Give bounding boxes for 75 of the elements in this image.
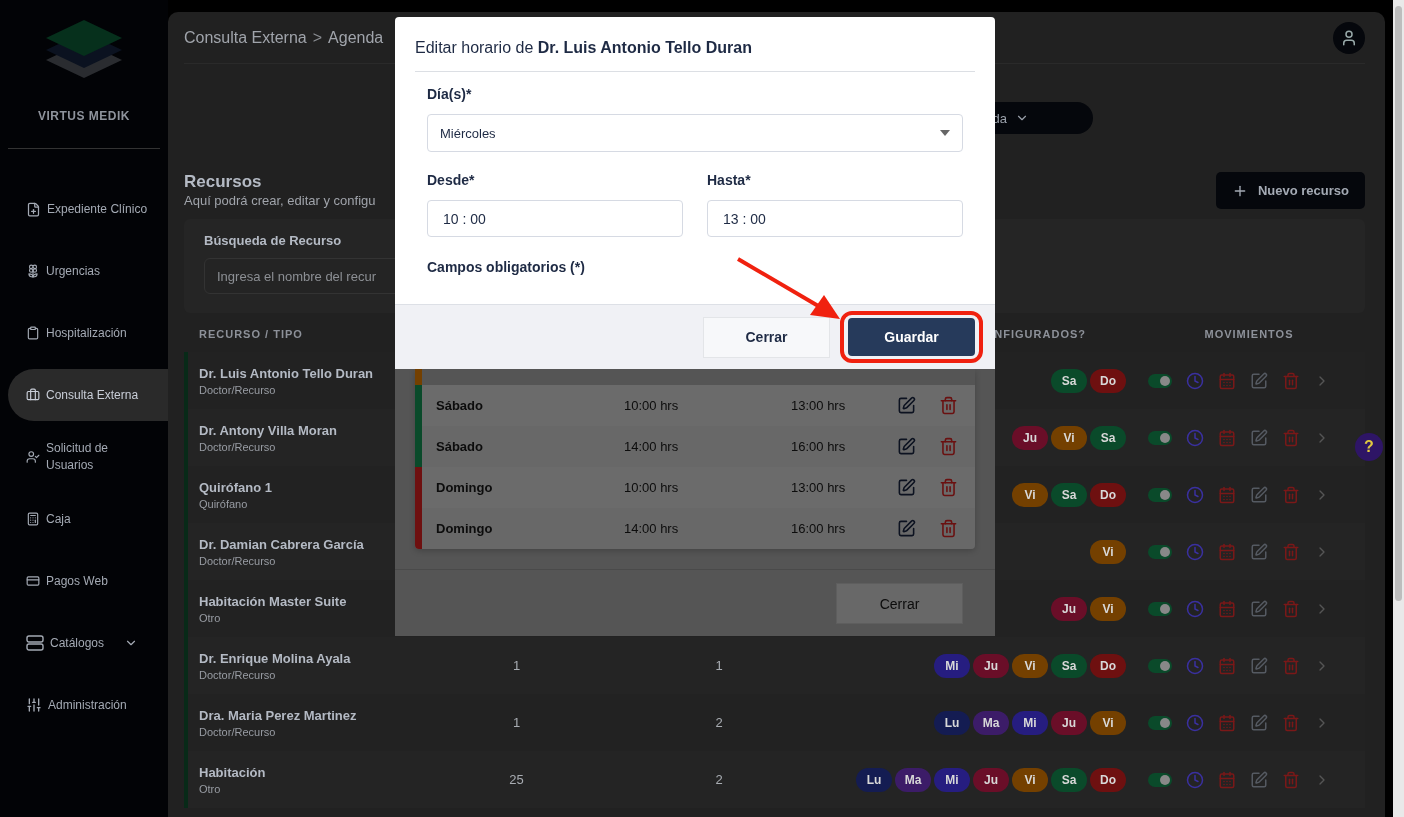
day-tag: Ma <box>973 710 1009 735</box>
resource-type: Otro <box>199 611 221 624</box>
day-tag: Ju <box>1012 425 1048 450</box>
dialog-title: Editar horario de Dr. Luis Antonio Tello Duran <box>415 17 975 72</box>
day-tag: Vi <box>1090 710 1126 735</box>
resource-name: Dr. Enrique Molina Ayala <box>199 650 351 666</box>
day-tag: Ma <box>895 767 931 792</box>
resource-name: Habitación Master Suite <box>199 593 347 609</box>
day-tag: Do <box>1090 368 1126 393</box>
brand-name: VIRTUS MEDIK <box>38 109 130 123</box>
schedule-end: 16:00 hrs <box>791 521 847 536</box>
day-tag: Mi <box>934 653 970 678</box>
day-tag: Sa <box>1090 425 1126 450</box>
day-tag: Vi <box>1090 596 1126 621</box>
table-cell: 1 <box>715 658 723 673</box>
day-tag: Ju <box>1051 710 1087 735</box>
resource-name: Dr. Damian Cabrera García <box>199 536 364 552</box>
schedule-start: 14:00 hrs <box>624 521 680 536</box>
column-header: NFIGURADOS? <box>994 327 1086 340</box>
resource-type: Quirófano <box>199 497 248 510</box>
day-tag: Mi <box>934 767 970 792</box>
column-header: MOVIMIENTOS <box>1204 327 1294 340</box>
resource-type: Doctor/Recurso <box>199 440 276 453</box>
table-cell: 1 <box>512 715 521 730</box>
section-title: Recursos <box>184 172 263 192</box>
field-label: Desde* <box>427 172 475 188</box>
schedule-end: 13:00 hrs <box>791 480 847 495</box>
schedule-start: 10:00 hrs <box>624 398 680 413</box>
day-tag: Ju <box>1051 596 1087 621</box>
schedule-end: 16:00 hrs <box>791 439 847 454</box>
day-tag: Do <box>1090 767 1126 792</box>
day-tag: Ju <box>973 653 1009 678</box>
resource-name: Dr. Luis Antonio Tello Duran <box>199 365 374 381</box>
day-tag: Vi <box>1051 425 1087 450</box>
schedule-day: Domingo <box>436 480 624 495</box>
resource-name: Habitación <box>199 764 266 780</box>
day-tag: Vi <box>1012 653 1048 678</box>
breadcrumb-separator: > <box>312 28 323 47</box>
day-tag: Lu <box>934 710 970 735</box>
day-tag: Sa <box>1051 368 1087 393</box>
resource-type: Otro <box>199 782 221 795</box>
table-cell: 25 <box>509 772 524 787</box>
schedule-start: 10:00 hrs <box>624 480 680 495</box>
day-tag: Vi <box>1012 482 1048 507</box>
section-subtitle: Aquí podrá crear, editar y configu <box>184 193 376 208</box>
schedule-end: 13:00 hrs <box>791 398 847 413</box>
resource-name: Dr. Antony Villa Moran <box>199 422 337 438</box>
table-cell: 1 <box>512 658 521 673</box>
resource-type: Doctor/Recurso <box>199 668 276 681</box>
schedule-day: Sábado <box>436 439 624 454</box>
resource-type: Doctor/Recurso <box>199 725 276 738</box>
required-note: Campos obligatorios (*) <box>427 259 585 275</box>
table-cell: 2 <box>715 772 723 787</box>
day-tag: Ju <box>973 767 1009 792</box>
search-label: Búsqueda de Recurso <box>204 233 342 248</box>
day-tag: Sa <box>1051 482 1087 507</box>
resource-name: Dra. Maria Perez Martinez <box>199 707 357 723</box>
schedule-start: 14:00 hrs <box>624 439 680 454</box>
column-header: RECURSO / TIPO <box>199 327 303 340</box>
resource-name: Quirófano 1 <box>199 479 272 495</box>
day-tag: Vi <box>1090 539 1126 564</box>
day-tag: Mi <box>1012 710 1048 735</box>
day-tag: Sa <box>1051 653 1087 678</box>
field-label: Hasta* <box>707 172 751 188</box>
resource-type: Doctor/Recurso <box>199 383 276 396</box>
schedule-day: Domingo <box>436 521 624 536</box>
day-tag: Do <box>1090 653 1126 678</box>
day-tag: Sa <box>1051 767 1087 792</box>
table-cell: 2 <box>715 715 723 730</box>
day-tag: Lu <box>856 767 892 792</box>
resource-type: Doctor/Recurso <box>199 554 276 567</box>
day-tag: Do <box>1090 482 1126 507</box>
field-label: Día(s)* <box>427 86 472 102</box>
schedule-day: Sábado <box>436 398 624 413</box>
day-tag: Vi <box>1012 767 1048 792</box>
